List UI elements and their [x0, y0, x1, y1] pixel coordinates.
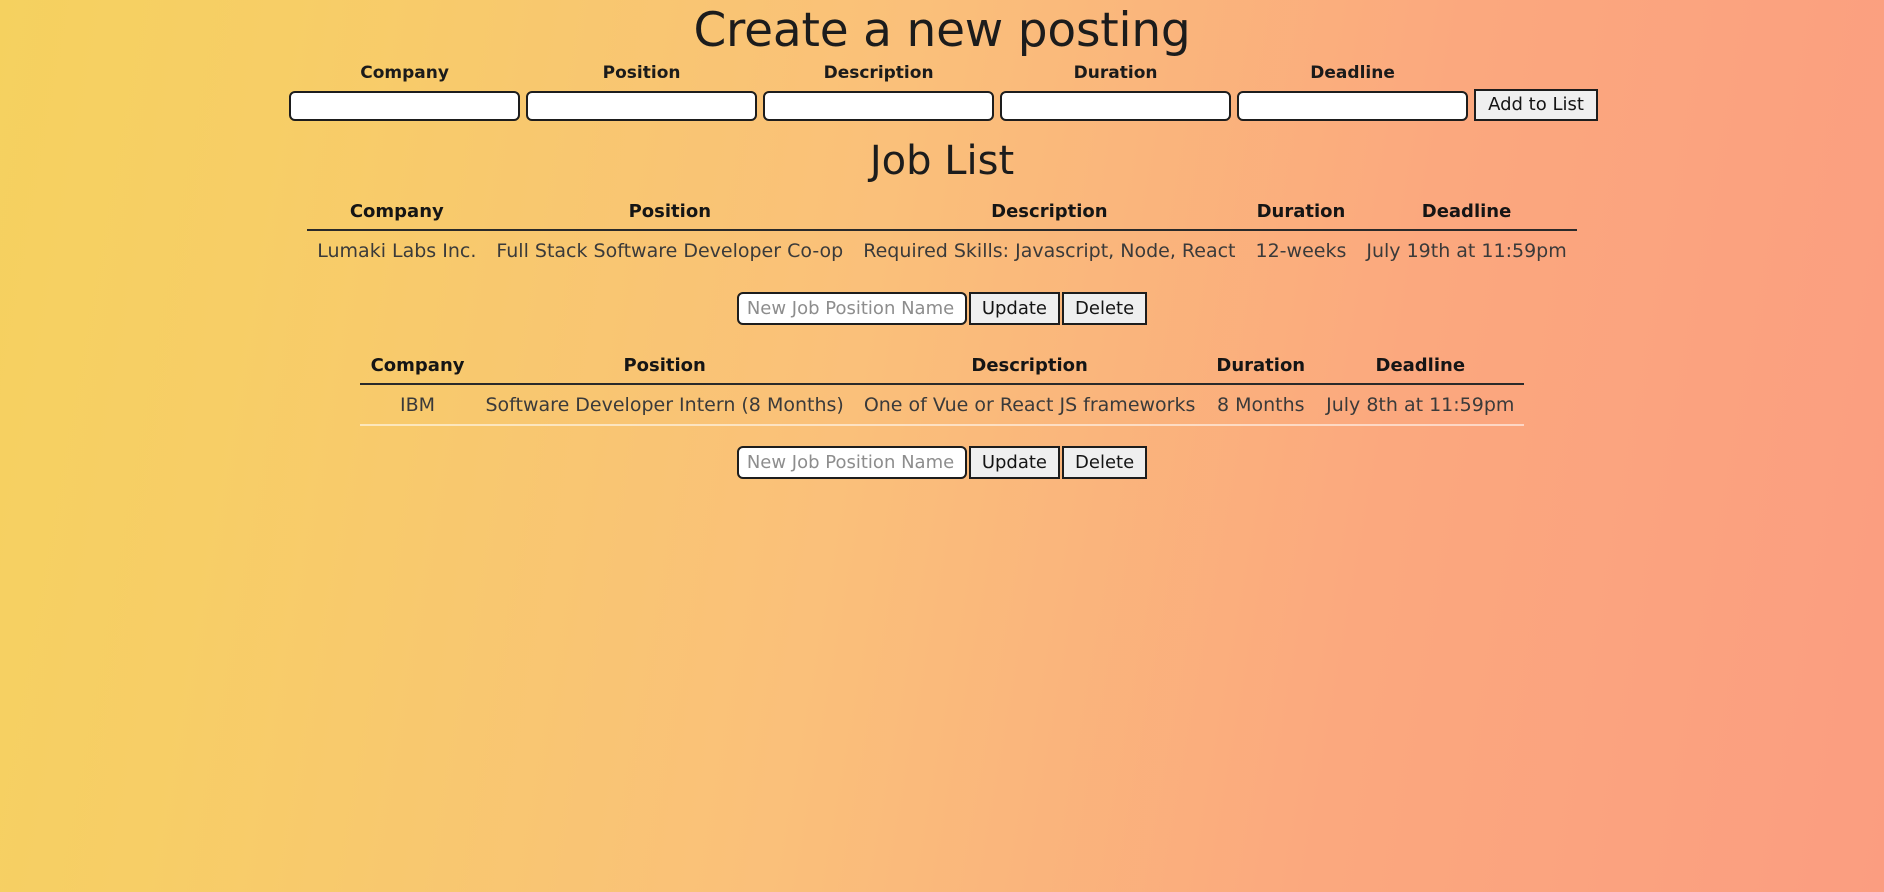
cell-position: Software Developer Intern (8 Months) [475, 384, 854, 426]
rename-position-input[interactable] [736, 292, 967, 325]
cell-company: Lumaki Labs Inc. [317, 240, 477, 262]
app-root: Create a new posting Company Position De… [0, 0, 1884, 892]
table-row: IBM Software Developer Intern (8 Months)… [359, 384, 1525, 426]
form-field-description: Description [760, 62, 997, 121]
update-button[interactable]: Update [968, 292, 1061, 325]
table-header-row: Company Position Description Duration De… [307, 201, 1577, 231]
th-company: Company [307, 201, 487, 231]
job-table: Company Position Description Duration De… [359, 355, 1525, 426]
position-input[interactable] [526, 91, 758, 121]
table-header-row: Company Position Description Duration De… [359, 355, 1525, 385]
form-field-position: Position [523, 62, 760, 121]
label-company: Company [360, 63, 449, 83]
cell-duration: 12-weeks [1255, 240, 1347, 262]
cell-deadline: July 19th at 11:59pm [1366, 240, 1567, 262]
job-entry: Company Position Description Duration De… [0, 201, 1884, 325]
form-field-duration: Duration [997, 62, 1234, 121]
job-actions: Update Delete [0, 292, 1884, 325]
label-description: Description [823, 63, 934, 83]
th-deadline: Deadline [1356, 201, 1577, 231]
delete-button[interactable]: Delete [1062, 446, 1148, 479]
label-duration: Duration [1073, 63, 1158, 83]
cell-description: One of Vue or React JS frameworks [853, 384, 1206, 426]
update-button[interactable]: Update [968, 446, 1061, 479]
job-table: Company Position Description Duration De… [307, 201, 1577, 270]
deadline-input[interactable] [1237, 91, 1469, 121]
th-duration: Duration [1245, 201, 1357, 231]
th-position: Position [486, 201, 854, 231]
cell-company: IBM [359, 384, 476, 426]
cell-position: Full Stack Software Developer Co-op [496, 240, 844, 262]
label-position: Position [602, 63, 681, 83]
label-deadline: Deadline [1310, 63, 1395, 83]
th-description: Description [853, 355, 1206, 385]
page-title: Create a new posting [693, 3, 1191, 58]
cell-deadline: July 8th at 11:59pm [1316, 384, 1525, 426]
create-posting-form: Company Position Description Duration De… [0, 62, 1884, 121]
duration-input[interactable] [1000, 91, 1232, 121]
th-position: Position [475, 355, 854, 385]
table-row: Lumaki Labs Inc. Full Stack Software Dev… [307, 230, 1576, 270]
th-duration: Duration [1205, 355, 1317, 385]
company-input[interactable] [289, 91, 521, 121]
cell-duration: 8 Months [1205, 384, 1317, 426]
cell-description: Required Skills: Javascript, Node, React [863, 240, 1236, 262]
add-to-list-button[interactable]: Add to List [1474, 89, 1598, 121]
th-deadline: Deadline [1316, 355, 1525, 385]
rename-position-input[interactable] [736, 446, 967, 479]
form-field-deadline: Deadline [1234, 62, 1471, 121]
job-list-heading: Job List [869, 138, 1015, 184]
job-actions: Update Delete [0, 446, 1884, 479]
th-company: Company [359, 355, 476, 385]
description-input[interactable] [763, 91, 995, 121]
delete-button[interactable]: Delete [1062, 292, 1148, 325]
th-description: Description [853, 201, 1246, 231]
job-entry: Company Position Description Duration De… [0, 355, 1884, 479]
form-field-company: Company [286, 62, 523, 121]
